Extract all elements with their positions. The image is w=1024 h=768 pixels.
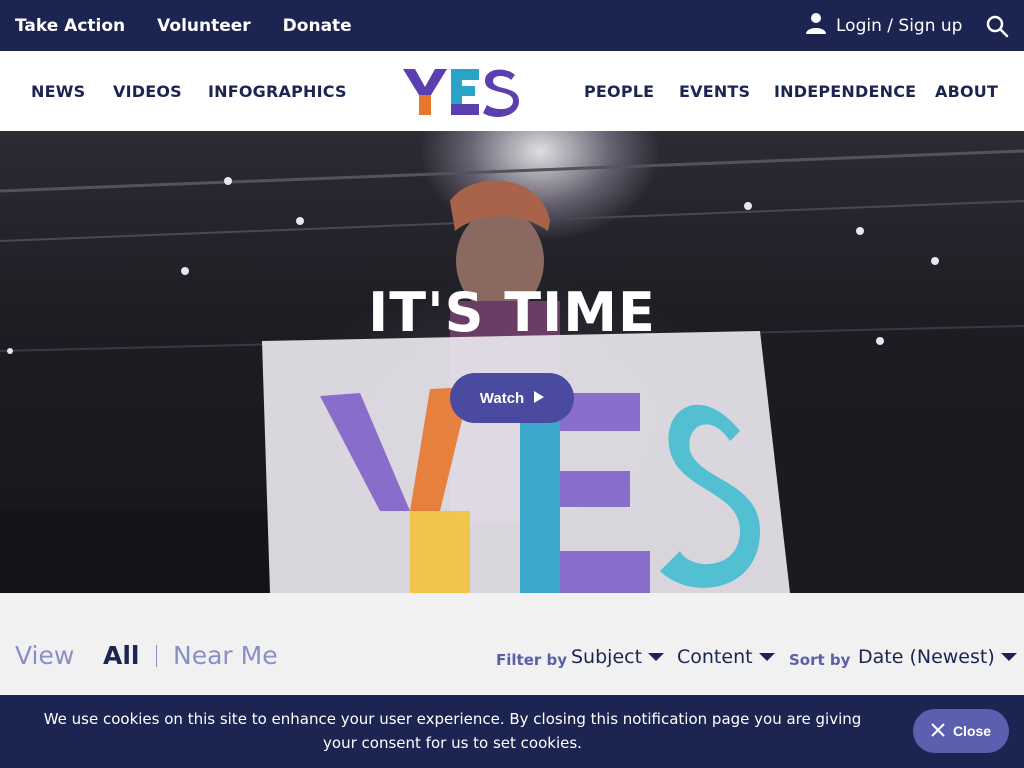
content-dropdown[interactable]: Content <box>677 646 775 668</box>
volunteer-link[interactable]: Volunteer <box>157 16 251 36</box>
view-separator <box>156 645 157 667</box>
user-icon <box>804 11 828 40</box>
view-all-option[interactable]: All <box>103 641 140 670</box>
top-utility-bar: Take Action Volunteer Donate Login / Sig… <box>0 0 1024 51</box>
filter-by-label: Filter by <box>496 651 568 669</box>
yes-logo[interactable] <box>403 67 519 117</box>
chevron-down-icon <box>1000 653 1017 661</box>
nav-about[interactable]: ABOUT <box>935 51 998 131</box>
sort-dropdown[interactable]: Date (Newest) <box>858 646 1017 668</box>
close-label: Close <box>952 723 992 739</box>
subject-dropdown[interactable]: Subject <box>571 646 665 668</box>
login-signup-link[interactable]: Login / Sign up <box>804 0 962 51</box>
hero-image <box>0 149 1024 593</box>
cookie-message: We use cookies on this site to enhance y… <box>43 710 862 752</box>
sort-dropdown-label: Date (Newest) <box>858 646 995 668</box>
sort-by-label: Sort by <box>789 651 851 669</box>
hero-title: IT'S TIME <box>368 281 656 344</box>
nav-independence[interactable]: INDEPENDENCE <box>774 51 916 131</box>
subject-dropdown-label: Subject <box>571 646 643 668</box>
watch-button[interactable]: Watch <box>450 373 574 423</box>
nav-videos[interactable]: VIDEOS <box>113 51 182 131</box>
nav-infographics[interactable]: INFOGRAPHICS <box>208 51 347 131</box>
view-label: View <box>15 641 75 670</box>
close-icon <box>931 722 945 740</box>
utility-links: Take Action Volunteer Donate <box>15 0 352 51</box>
cookie-close-button[interactable]: Close <box>913 709 1009 753</box>
nav-people[interactable]: PEOPLE <box>584 51 654 131</box>
chevron-down-icon <box>758 653 775 661</box>
nav-events[interactable]: EVENTS <box>679 51 750 131</box>
cookie-banner: We use cookies on this site to enhance y… <box>0 695 1024 768</box>
play-icon <box>534 390 545 407</box>
content-dropdown-label: Content <box>677 646 753 668</box>
chevron-down-icon <box>648 653 665 661</box>
watch-label: Watch <box>479 389 525 407</box>
nav-news[interactable]: NEWS <box>31 51 85 131</box>
filter-bar: View All Near Me Filter by Subject Conte… <box>0 593 1024 695</box>
donate-link[interactable]: Donate <box>283 16 352 36</box>
hero-banner: IT'S TIME Watch <box>0 131 1024 593</box>
take-action-link[interactable]: Take Action <box>15 16 125 36</box>
view-near-me-option[interactable]: Near Me <box>173 641 278 670</box>
search-icon[interactable] <box>985 14 1009 38</box>
login-label: Login / Sign up <box>836 15 963 36</box>
